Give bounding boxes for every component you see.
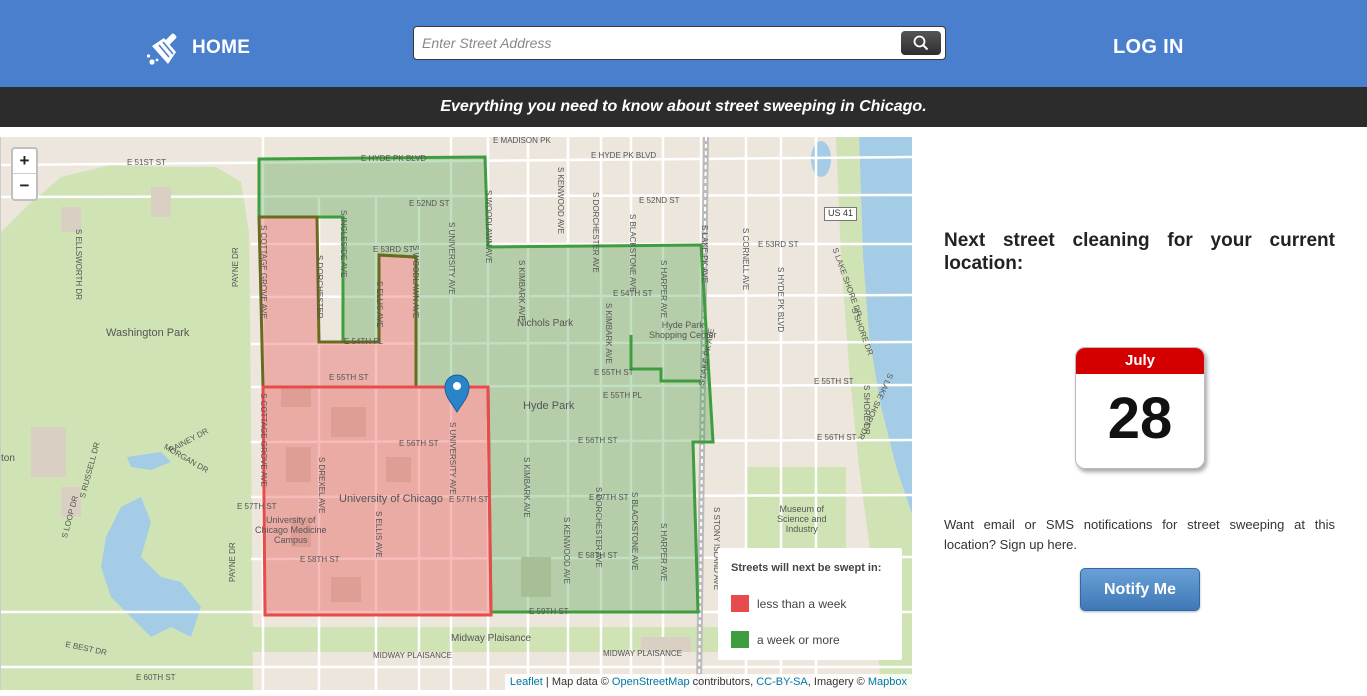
street-label: PAYNE DR [228,542,237,582]
street-label: S KENWOOD AVE [556,167,565,234]
street-label: E 54TH PL [344,337,384,346]
street-label: E HYDE PK BLVD [591,151,657,160]
home-link[interactable]: HOME [146,30,250,66]
area-label: ton [1,453,15,464]
street-label: E 55TH ST [814,377,854,386]
highway-shield: US 41 [824,207,858,221]
notify-me-button[interactable]: Notify Me [1080,568,1200,611]
street-label: S KIMBARK AVE [517,260,526,321]
street-label: S CORNELL AVE [741,228,750,291]
street-label: E 52ND ST [409,199,450,208]
street-label: E 52ND ST [639,196,680,205]
broom-icon [146,33,177,65]
leaflet-link[interactable]: Leaflet [510,676,543,688]
street-label: S DORCHESTER AVE [591,192,600,273]
street-label: PAYNE DR [231,247,240,287]
osm-link[interactable]: OpenStreetMap [612,676,690,688]
street-label: S KIMBARK AVE [522,457,531,518]
street-label: S ELLIS AVE [375,281,384,328]
area-label: University of Chicago [339,493,443,505]
street-label: E 60TH ST [136,673,176,682]
legend-label: less than a week [757,597,847,611]
tagline: Everything you need to know about street… [0,87,1367,127]
area-label: Hyde Park [523,400,575,412]
street-label: S UNIVERSITY AVE [448,422,457,495]
search-icon [913,35,929,51]
zoom-in-button[interactable]: + [13,149,36,174]
street-label: E 55TH ST [329,373,369,382]
map-attribution: Leaflet | Map data © OpenStreetMap contr… [504,674,912,690]
street-label: S COTTAGE GROVE AVE [259,393,268,487]
street-label: Midway Plaisance [451,633,532,644]
street-label: S ELLSWORTH DR [74,229,83,300]
street-label: S DORCHESTER [315,255,324,319]
street-label: S ELLIS AVE [374,511,383,558]
zoom-out-button[interactable]: − [13,174,36,199]
street-label: E 51ST ST [127,158,166,167]
street-label: E 53RD ST [758,240,799,249]
area-label: Nichols Park [517,318,574,329]
street-label: S UNIVERSITY AVE [447,222,456,295]
street-label: S HARPER AVE [659,523,668,582]
attrib-text: contributors, [689,676,757,688]
login-link[interactable]: LOG IN [1113,36,1184,59]
area-label: Museum of Science and Industry [777,504,827,534]
attrib-text: | Map data © [542,676,612,688]
street-label: S BLACKSTONE AVE [628,214,637,293]
street-label: E HYDE PK BLVD [361,154,427,163]
street-label: E 56TH ST [578,436,618,445]
street-label: S KIMBARK AVE [604,303,613,364]
street-label: E MADISON PK [493,137,551,145]
street-label: S BLACKSTONE AVE [630,492,639,571]
street-label: S KENWOOD AVE [562,517,571,584]
address-search-input[interactable] [422,27,902,59]
street-label: S DORCHESTER AVE [594,487,603,568]
street-label: S LAKE PK AVE [700,225,709,284]
calendar-month: July [1076,348,1204,374]
street-label: E 56TH ST [399,439,439,448]
street-label: S WOODLAWN AVE [411,245,420,319]
calendar-date: July 28 [1075,347,1205,469]
home-label: HOME [192,37,251,58]
street-label: S COTTAGE GROVE AVE [259,225,268,319]
top-navbar: HOME LOG IN [0,0,1367,87]
street-label: E 56TH ST [817,433,857,442]
map-legend: Streets will next be swept in: less than… [718,548,902,660]
street-label: S DREXEL AVE [317,457,326,514]
street-label: E 57TH ST [449,495,489,504]
legend-swatch-red [731,595,749,612]
street-label: S INGLESIDE AVE [339,210,348,278]
street-label: E 55TH ST [594,368,634,377]
legend-label: a week or more [757,633,840,647]
notification-prompt: Want email or SMS notifications for stre… [944,517,1335,552]
license-link[interactable]: CC-BY-SA [756,676,808,688]
street-label: E 53RD ST [373,245,414,254]
search-button[interactable] [901,31,941,55]
legend-swatch-green [731,631,749,648]
street-sweeping-map[interactable]: E MADISON PK E 51ST ST E HYDE PK BLVD E … [0,137,912,690]
street-label: MIDWAY PLAISANCE [603,649,682,658]
street-label: E 55TH PL [603,391,643,400]
address-search-box [413,26,946,60]
street-label: E 57TH ST [237,502,277,511]
street-label: E 59TH ST [529,607,569,616]
next-cleaning-heading: Next street cleaning for your current lo… [944,230,1335,274]
legend-title: Streets will next be swept in: [731,562,882,574]
area-label: Washington Park [106,327,190,339]
area-label: University of Chicago Medicine Campus [255,515,327,545]
mapbox-link[interactable]: Mapbox [868,676,907,688]
attrib-text: , Imagery © [807,676,868,688]
street-label: S HYDE PK BLVD [776,267,785,333]
street-label: S HARPER AVE [659,260,668,319]
street-label: E 58TH ST [300,555,340,564]
street-label: S WOODLAWN AVE [484,190,493,264]
area-label: Hyde Park Shopping Center [649,320,717,340]
calendar-day: 28 [1107,386,1173,451]
zoom-control: + − [11,147,38,201]
street-label: MIDWAY PLAISANCE [373,651,452,660]
